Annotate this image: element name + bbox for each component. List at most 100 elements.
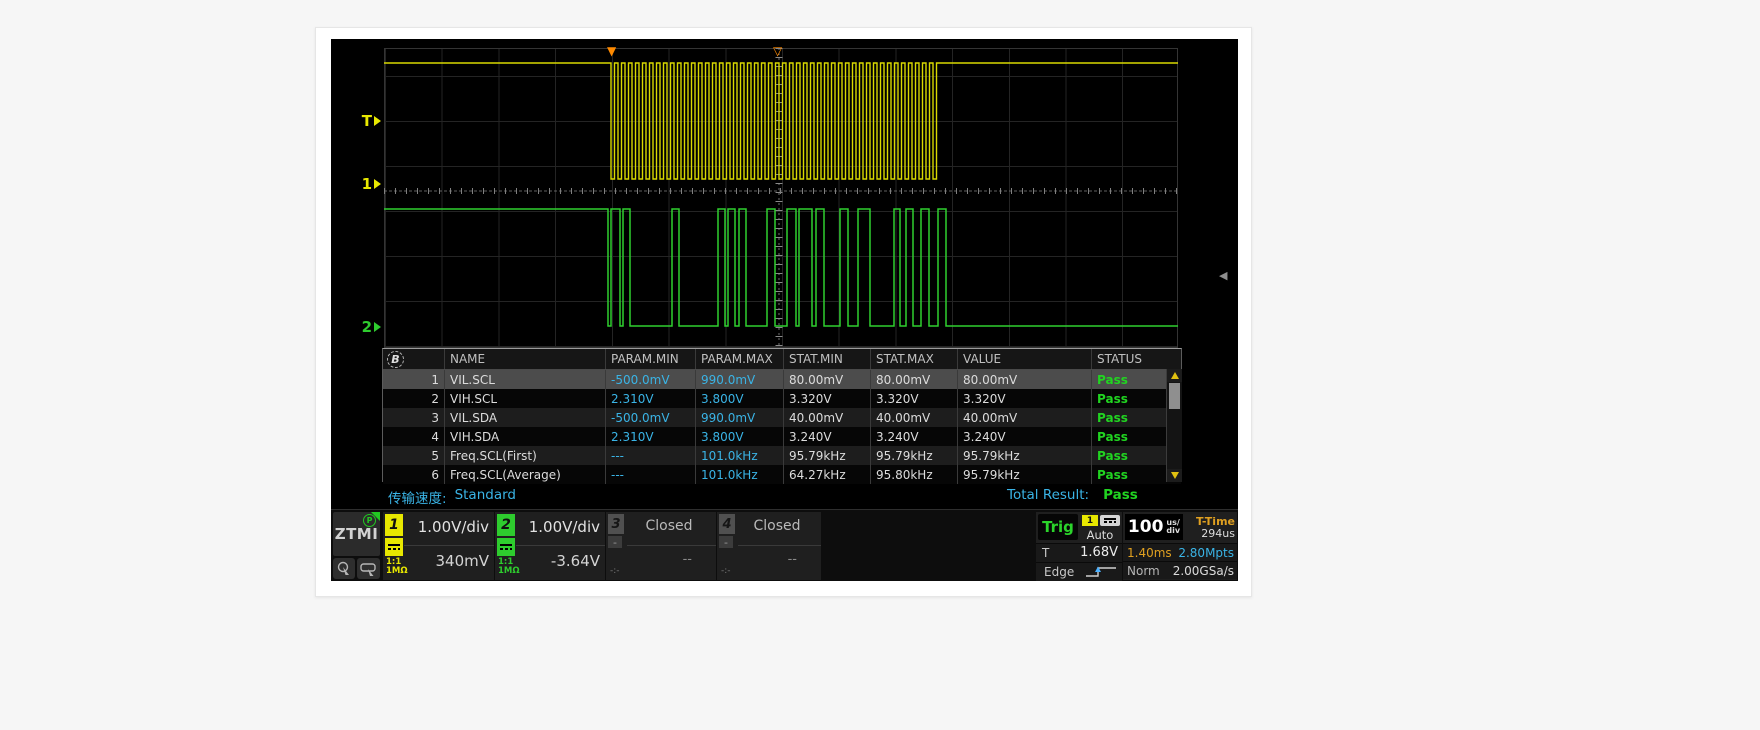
row-value: 3.320V bbox=[958, 389, 1092, 408]
timebase-unit: us/ div bbox=[1166, 519, 1180, 535]
channel4-probe-info: -:- bbox=[721, 566, 731, 576]
scrollbar-up-button[interactable] bbox=[1167, 369, 1182, 382]
channel1-offset: 340mV bbox=[435, 552, 489, 570]
table-row[interactable]: 5 Freq.SCL(First) --- 101.0kHz 95.79kHz … bbox=[383, 446, 1181, 465]
bus-measure-icon[interactable]: B bbox=[387, 351, 404, 368]
row-stat-min: 3.240V bbox=[784, 427, 871, 446]
table-row[interactable]: 3 VIL.SDA -500.0mV 990.0mV 40.00mV 40.00… bbox=[383, 408, 1181, 427]
col-stat-min: STAT.MIN bbox=[784, 349, 871, 369]
touch-gesture-button[interactable] bbox=[333, 558, 355, 579]
row-stat-max: 3.320V bbox=[871, 389, 958, 408]
table-scrollbar[interactable] bbox=[1166, 369, 1182, 482]
table-row[interactable]: 1 VIL.SCL -500.0mV 990.0mV 80.00mV 80.00… bbox=[383, 370, 1181, 389]
divider bbox=[516, 545, 605, 546]
right-arrow-icon bbox=[374, 116, 381, 126]
trigger-type-row[interactable]: Edge bbox=[1036, 562, 1122, 581]
corner-notch-icon bbox=[371, 512, 380, 521]
row-stat-max: 95.79kHz bbox=[871, 446, 958, 465]
row-stat-max: 40.00mV bbox=[871, 408, 958, 427]
trigger-position-marker-icon[interactable]: ▽ bbox=[773, 45, 782, 57]
total-result-status: Total Result: Pass bbox=[1007, 487, 1138, 503]
row-index: 6 bbox=[383, 465, 445, 484]
channel1-panel[interactable]: 1 1.00V/div 340mV 1:1 1MΩ bbox=[383, 512, 494, 580]
panel-collapse-handle[interactable]: ◀ bbox=[1219, 269, 1227, 282]
table-row[interactable]: 4 VIH.SDA 2.310V 3.800V 3.240V 3.240V 3.… bbox=[383, 427, 1181, 446]
row-param-max: 990.0mV bbox=[696, 370, 784, 389]
channel2-badge[interactable]: 2 bbox=[497, 514, 515, 536]
trigger-level-row[interactable]: T 1.68V bbox=[1036, 543, 1122, 562]
up-arrow-icon bbox=[1171, 372, 1179, 379]
channel4-coupling-placeholder: - bbox=[719, 536, 733, 548]
oscilloscope-window: ▼ ▽ T 1 2 B NAME bbox=[315, 27, 1252, 597]
row-stat-min: 40.00mV bbox=[784, 408, 871, 427]
channel2-marker-label: 2 bbox=[362, 318, 372, 336]
trigger-delay-marker-icon[interactable]: ▼ bbox=[607, 45, 616, 57]
channel2-dc-coupling-icon[interactable] bbox=[497, 538, 515, 556]
col-name: NAME bbox=[445, 349, 606, 369]
channel1-badge[interactable]: 1 bbox=[385, 514, 403, 536]
channel2-position-marker[interactable]: 2 bbox=[351, 319, 381, 335]
row-name: VIL.SDA bbox=[445, 408, 606, 427]
brand-logo[interactable]: ZTMI P bbox=[333, 512, 380, 556]
touch-icon bbox=[336, 561, 352, 577]
trigger-level-marker[interactable]: T bbox=[351, 113, 381, 129]
brand-text: ZTMI bbox=[335, 525, 379, 543]
col-value: VALUE bbox=[958, 349, 1092, 369]
table-body: 1 VIL.SCL -500.0mV 990.0mV 80.00mV 80.00… bbox=[383, 370, 1181, 484]
desktop-background: ▼ ▽ T 1 2 B NAME bbox=[0, 0, 1760, 730]
waveform-plot bbox=[384, 48, 1178, 348]
row-name: Freq.SCL(First) bbox=[445, 446, 606, 465]
bus-measure-header-cell: B bbox=[383, 349, 445, 369]
t-time-value: 294us bbox=[1185, 527, 1235, 540]
channel3-state: Closed bbox=[630, 518, 708, 534]
timebase-unit-bottom: div bbox=[1166, 527, 1180, 535]
table-header-row: B NAME PARAM.MIN PARAM.MAX STAT.MIN STAT… bbox=[383, 349, 1181, 370]
row-name: Freq.SCL(Average) bbox=[445, 465, 606, 484]
trigger-mode[interactable]: Auto bbox=[1080, 528, 1120, 542]
transfer-speed-label: 传输速度: bbox=[388, 487, 447, 507]
channel2-panel[interactable]: 2 1.00V/div -3.64V 1:1 1MΩ bbox=[495, 512, 605, 580]
channel1-position-marker[interactable]: 1 bbox=[351, 176, 381, 192]
channel1-dc-coupling-icon[interactable] bbox=[385, 538, 403, 556]
right-arrow-icon bbox=[374, 179, 381, 189]
right-arrow-icon bbox=[374, 322, 381, 332]
timebase-scale-box[interactable]: 100 us/ div bbox=[1125, 514, 1183, 540]
drag-gesture-button[interactable] bbox=[357, 558, 380, 579]
trigger-title[interactable]: Trig bbox=[1038, 514, 1078, 540]
row-stat-max: 80.00mV bbox=[871, 370, 958, 389]
row-stat-min: 95.79kHz bbox=[784, 446, 871, 465]
trigger-panel[interactable]: Trig 1 Auto T 1.68V Edge bbox=[1036, 512, 1122, 580]
table-row[interactable]: 2 VIH.SCL 2.310V 3.800V 3.320V 3.320V 3.… bbox=[383, 389, 1181, 408]
col-param-max: PARAM.MAX bbox=[696, 349, 784, 369]
row-param-min: 2.310V bbox=[606, 389, 696, 408]
row-stat-min: 3.320V bbox=[784, 389, 871, 408]
channel4-panel[interactable]: 4 - Closed -- -:- bbox=[717, 512, 821, 580]
table-row[interactable]: 6 Freq.SCL(Average) --- 101.0kHz 64.27kH… bbox=[383, 465, 1181, 484]
channel2-impedance: 1MΩ bbox=[498, 567, 520, 576]
timebase-scale: 100 bbox=[1128, 517, 1164, 537]
capture-time: 1.40ms bbox=[1127, 546, 1172, 560]
timebase-panel[interactable]: 100 us/ div T-Time 294us 1.40ms 2.80Mpts… bbox=[1123, 512, 1237, 580]
memory-depth: 2.80Mpts bbox=[1178, 546, 1234, 560]
channel4-state: Closed bbox=[741, 518, 813, 534]
total-result-value: Pass bbox=[1103, 487, 1138, 503]
trigger-source-badge[interactable]: 1 bbox=[1082, 515, 1098, 526]
channel3-panel[interactable]: 3 - Closed -- -:- bbox=[606, 512, 716, 580]
channel4-badge[interactable]: 4 bbox=[719, 514, 735, 534]
divider bbox=[738, 545, 821, 546]
row-name: VIL.SCL bbox=[445, 370, 606, 389]
status-bar: ZTMI P 1 bbox=[331, 509, 1238, 581]
row-index: 2 bbox=[383, 389, 445, 408]
row-name: VIH.SDA bbox=[445, 427, 606, 446]
col-stat-max: STAT.MAX bbox=[871, 349, 958, 369]
col-status: STATUS bbox=[1092, 349, 1181, 369]
channel3-badge[interactable]: 3 bbox=[608, 514, 624, 534]
trigger-coupling-icon[interactable] bbox=[1100, 515, 1120, 526]
row-value: 95.79kHz bbox=[958, 446, 1092, 465]
row-value: 40.00mV bbox=[958, 408, 1092, 427]
scrollbar-down-button[interactable] bbox=[1167, 469, 1182, 482]
channel1-marker-label: 1 bbox=[362, 175, 372, 193]
divider bbox=[627, 545, 716, 546]
channel2-scale: 1.00V/div bbox=[529, 518, 600, 536]
scrollbar-thumb[interactable] bbox=[1169, 383, 1180, 409]
